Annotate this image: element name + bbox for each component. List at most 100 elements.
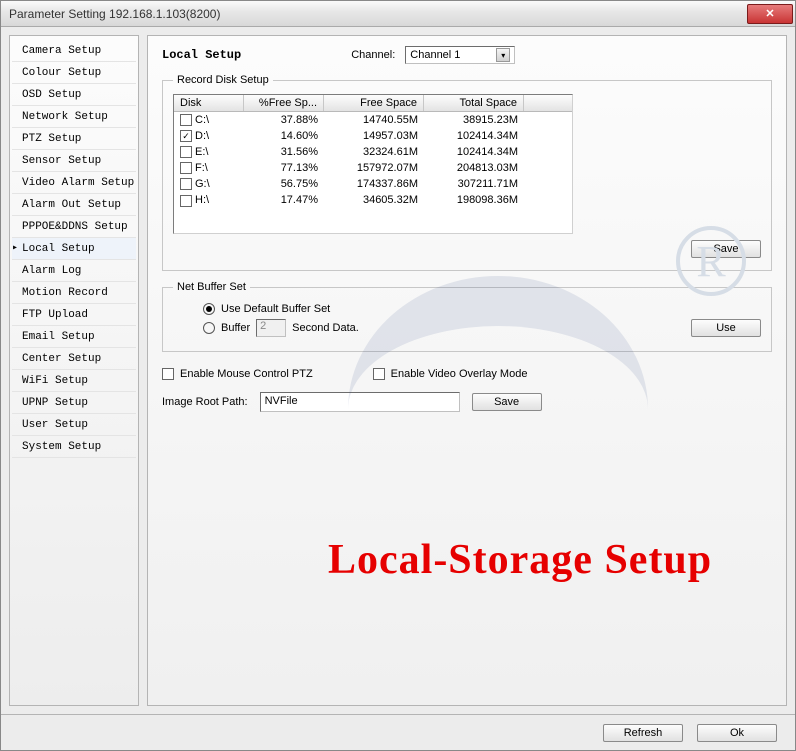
- disk-table-header: Disk %Free Sp... Free Space Total Space: [174, 95, 572, 112]
- disk-name: C:\: [195, 114, 209, 126]
- sidebar: Camera SetupColour SetupOSD SetupNetwork…: [9, 35, 139, 706]
- sidebar-item-wifi-setup[interactable]: WiFi Setup: [12, 370, 136, 392]
- record-disk-legend: Record Disk Setup: [173, 74, 273, 86]
- col-header-total[interactable]: Total Space: [424, 95, 524, 111]
- disk-total: 102414.34M: [424, 129, 524, 143]
- image-path-label: Image Root Path:: [162, 396, 248, 408]
- disk-total: 204813.03M: [424, 161, 524, 175]
- disk-total: 102414.34M: [424, 145, 524, 159]
- disk-row[interactable]: ✓D:\ 14.60%14957.03M102414.34M: [174, 128, 572, 144]
- disk-row[interactable]: F:\ 77.13%157972.07M204813.03M: [174, 160, 572, 176]
- sidebar-item-camera-setup[interactable]: Camera Setup: [12, 40, 136, 62]
- radio-buffer[interactable]: [203, 322, 215, 334]
- sidebar-item-user-setup[interactable]: User Setup: [12, 414, 136, 436]
- overlay-label: Enable Video Overlay Mode: [391, 368, 528, 380]
- disk-name: E:\: [195, 146, 208, 158]
- sidebar-item-ptz-setup[interactable]: PTZ Setup: [12, 128, 136, 150]
- record-disk-group: Record Disk Setup Disk %Free Sp... Free …: [162, 74, 772, 271]
- disk-checkbox[interactable]: [180, 162, 192, 174]
- sidebar-item-motion-record[interactable]: Motion Record: [12, 282, 136, 304]
- disk-row[interactable]: C:\37.88%14740.55M38915.23M: [174, 112, 572, 128]
- disk-pct: 17.47%: [244, 193, 324, 207]
- disk-name: F:\: [195, 162, 208, 174]
- sidebar-item-pppoe-ddns-setup[interactable]: PPPOE&DDNS Setup: [12, 216, 136, 238]
- overlay-checkbox[interactable]: [373, 368, 385, 380]
- close-icon: ✕: [765, 7, 774, 20]
- sidebar-item-osd-setup[interactable]: OSD Setup: [12, 84, 136, 106]
- disk-free: 32324.61M: [324, 145, 424, 159]
- disk-pct: 31.56%: [244, 145, 324, 159]
- use-button[interactable]: Use: [691, 319, 761, 337]
- main-panel: R Local Setup Channel: Channel 1 ▾ Recor…: [147, 35, 787, 706]
- mouse-ptz-checkbox[interactable]: [162, 368, 174, 380]
- disk-name: G:\: [195, 178, 210, 190]
- disk-checkbox[interactable]: [180, 114, 192, 126]
- mouse-ptz-check-row[interactable]: Enable Mouse Control PTZ: [162, 368, 313, 380]
- disk-free: 34605.32M: [324, 193, 424, 207]
- image-path-row: Image Root Path: NVFile Save: [162, 392, 772, 412]
- disk-pct: 14.60%: [244, 129, 324, 143]
- disk-pct: 56.75%: [244, 177, 324, 191]
- radio-default-label: Use Default Buffer Set: [221, 303, 330, 315]
- channel-selected-value: Channel 1: [410, 49, 460, 61]
- disk-checkbox[interactable]: [180, 195, 192, 207]
- disk-checkbox[interactable]: [180, 178, 192, 190]
- disk-row[interactable]: E:\ 31.56%32324.61M102414.34M: [174, 144, 572, 160]
- image-path-input[interactable]: NVFile: [260, 392, 460, 412]
- disk-total: 307211.71M: [424, 177, 524, 191]
- sidebar-item-video-alarm-setup[interactable]: Video Alarm Setup: [12, 172, 136, 194]
- image-path-save-button[interactable]: Save: [472, 393, 542, 411]
- disk-free: 157972.07M: [324, 161, 424, 175]
- page-title: Local Setup: [162, 48, 241, 62]
- record-disk-save-button[interactable]: Save: [691, 240, 761, 258]
- refresh-button[interactable]: Refresh: [603, 724, 683, 742]
- overlay-check-row[interactable]: Enable Video Overlay Mode: [373, 368, 528, 380]
- main-header: Local Setup Channel: Channel 1 ▾: [162, 46, 772, 64]
- buffer-value-input[interactable]: 2: [256, 319, 286, 337]
- sidebar-item-alarm-log[interactable]: Alarm Log: [12, 260, 136, 282]
- sidebar-item-sensor-setup[interactable]: Sensor Setup: [12, 150, 136, 172]
- disk-table: Disk %Free Sp... Free Space Total Space …: [173, 94, 573, 234]
- disk-row[interactable]: G:\ 56.75%174337.86M307211.71M: [174, 176, 572, 192]
- disk-free: 14957.03M: [324, 129, 424, 143]
- ok-button[interactable]: Ok: [697, 724, 777, 742]
- col-header-pct[interactable]: %Free Sp...: [244, 95, 324, 111]
- caption-overlay: Local-Storage Setup: [328, 536, 712, 584]
- titlebar: Parameter Setting 192.168.1.103(8200) ✕: [1, 1, 795, 27]
- radio-buffer-label: Buffer: [221, 322, 250, 334]
- sidebar-item-upnp-setup[interactable]: UPNP Setup: [12, 392, 136, 414]
- net-buffer-group: Net Buffer Set Use Default Buffer Set Bu…: [162, 281, 772, 352]
- sidebar-item-email-setup[interactable]: Email Setup: [12, 326, 136, 348]
- disk-free: 174337.86M: [324, 177, 424, 191]
- disk-total: 38915.23M: [424, 113, 524, 127]
- disk-name: H:\: [195, 194, 209, 206]
- bottom-bar: Refresh Ok: [1, 714, 795, 750]
- col-header-free[interactable]: Free Space: [324, 95, 424, 111]
- channel-label: Channel:: [351, 49, 395, 61]
- mouse-ptz-label: Enable Mouse Control PTZ: [180, 368, 313, 380]
- radio-buffer-row[interactable]: Buffer 2 Second Data.: [203, 319, 359, 337]
- col-header-disk[interactable]: Disk: [174, 95, 244, 111]
- sidebar-item-alarm-out-setup[interactable]: Alarm Out Setup: [12, 194, 136, 216]
- disk-checkbox[interactable]: [180, 146, 192, 158]
- disk-pct: 77.13%: [244, 161, 324, 175]
- disk-free: 14740.55M: [324, 113, 424, 127]
- sidebar-item-system-setup[interactable]: System Setup: [12, 436, 136, 458]
- disk-total: 198098.36M: [424, 193, 524, 207]
- body: Camera SetupColour SetupOSD SetupNetwork…: [1, 27, 795, 714]
- radio-default-row[interactable]: Use Default Buffer Set: [203, 303, 761, 315]
- channel-select[interactable]: Channel 1 ▾: [405, 46, 515, 64]
- close-button[interactable]: ✕: [747, 4, 793, 24]
- sidebar-item-local-setup[interactable]: Local Setup: [12, 238, 136, 260]
- sidebar-item-ftp-upload[interactable]: FTP Upload: [12, 304, 136, 326]
- chevron-down-icon: ▾: [496, 48, 510, 62]
- disk-checkbox[interactable]: ✓: [180, 130, 192, 142]
- disk-row[interactable]: H:\ 17.47%34605.32M198098.36M: [174, 192, 572, 208]
- disk-name: D:\: [195, 130, 209, 142]
- second-data-label: Second Data.: [292, 322, 359, 334]
- sidebar-item-center-setup[interactable]: Center Setup: [12, 348, 136, 370]
- sidebar-item-colour-setup[interactable]: Colour Setup: [12, 62, 136, 84]
- window-title: Parameter Setting 192.168.1.103(8200): [9, 7, 220, 21]
- sidebar-item-network-setup[interactable]: Network Setup: [12, 106, 136, 128]
- radio-default[interactable]: [203, 303, 215, 315]
